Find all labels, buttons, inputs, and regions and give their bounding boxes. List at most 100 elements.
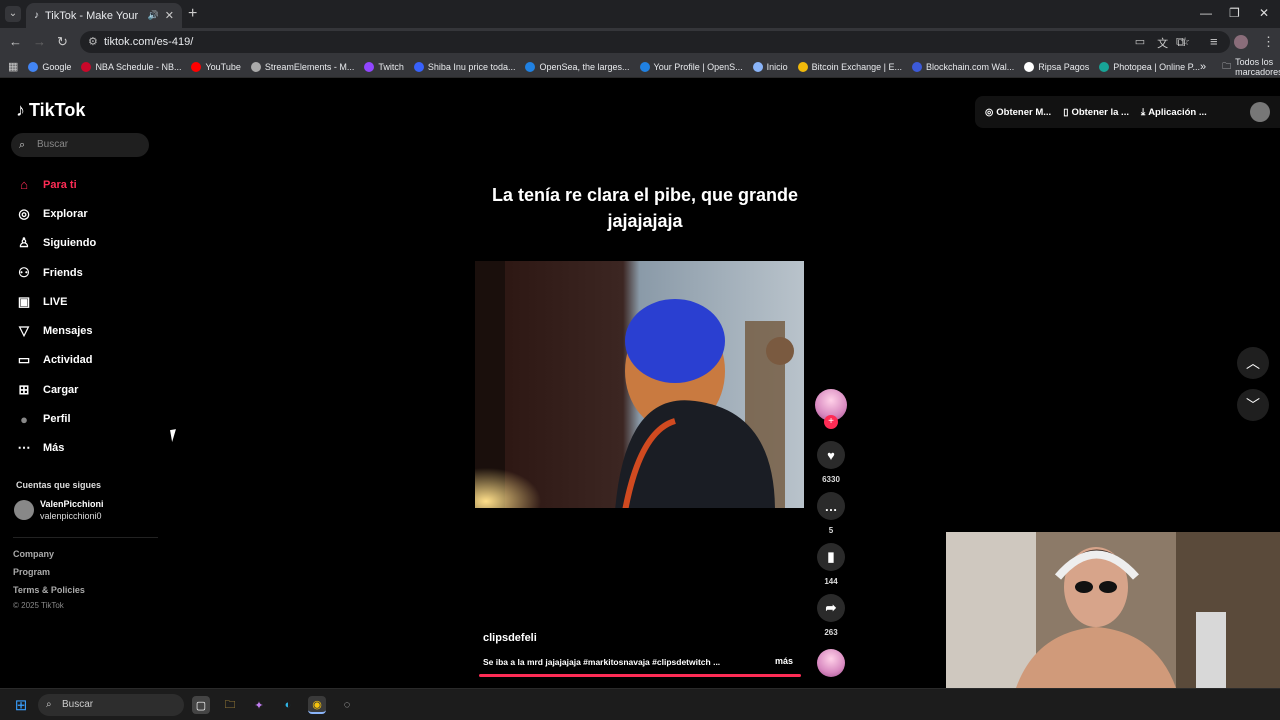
- bookmark-item[interactable]: Ripsa Pagos: [1024, 61, 1089, 72]
- footer-terms[interactable]: Terms & Policies: [13, 585, 85, 595]
- sidebar-item-más[interactable]: ⋯ Más: [16, 434, 96, 463]
- user-avatar[interactable]: [1250, 102, 1270, 122]
- following-account[interactable]: ValenPicchioni valenpicchioni0: [14, 498, 104, 522]
- heart-icon[interactable]: ♥: [817, 441, 845, 469]
- bookmark-item[interactable]: Your Profile | OpenS...: [639, 61, 743, 72]
- sidebar-item-perfil[interactable]: ● Perfil: [16, 404, 96, 433]
- sidebar-item-explorar[interactable]: ◎ Explorar: [16, 199, 96, 228]
- tiktok-logo[interactable]: ♪ TikTok: [16, 100, 85, 121]
- sidebar-item-label: LIVE: [43, 295, 68, 308]
- restore-icon[interactable]: ❐: [1229, 6, 1240, 20]
- back-icon[interactable]: ←: [9, 34, 22, 49]
- sidebar-item-mensajes[interactable]: ▽ Mensajes: [16, 316, 96, 345]
- video-player[interactable]: [475, 261, 804, 508]
- bookmark-item[interactable]: OpenSea, the larges...: [525, 61, 630, 72]
- profile-avatar[interactable]: [1234, 35, 1248, 49]
- bookmarks-more-button[interactable]: »: [1200, 61, 1206, 73]
- footer-company[interactable]: Company: [13, 549, 54, 559]
- next-video-button[interactable]: ﹀: [1237, 389, 1269, 421]
- chevron-down-icon: ﹀: [1246, 397, 1260, 413]
- divider: [13, 537, 158, 538]
- sidebar-item-cargar[interactable]: ⊞ Cargar: [16, 375, 96, 404]
- bookmark-favicon-icon: [797, 61, 808, 72]
- footer-program[interactable]: Program: [13, 567, 50, 577]
- share-icon[interactable]: ➦: [817, 594, 845, 622]
- get-coins-button[interactable]: ◎ Obtener M...: [985, 107, 1051, 118]
- file-explorer-icon[interactable]: 🗀: [221, 696, 239, 714]
- tiktok-favicon-icon: ♪: [34, 10, 39, 21]
- reload-icon[interactable]: ↻: [57, 34, 68, 50]
- more-button[interactable]: más: [775, 656, 793, 666]
- task-view-icon[interactable]: ▢: [192, 696, 210, 714]
- video-author[interactable]: clipsdefeli: [483, 632, 537, 644]
- media-icon[interactable]: ≡: [1210, 34, 1218, 49]
- browser-tab[interactable]: ♪ TikTok - Make Your Day 🔊 ✕: [26, 3, 182, 28]
- tab-list-button[interactable]: ⌄: [5, 6, 21, 22]
- search-input[interactable]: ⌕ Buscar: [11, 133, 149, 157]
- obs-icon[interactable]: ◌: [338, 696, 356, 714]
- bookmark-item[interactable]: Bitcoin Exchange | E...: [797, 61, 902, 72]
- bookmark-item[interactable]: Shiba Inu price toda...: [413, 61, 515, 72]
- get-app-button[interactable]: ▯ Obtener la ...: [1063, 107, 1129, 118]
- sidebar-item-actividad[interactable]: ▭ Actividad: [16, 346, 96, 375]
- forward-icon[interactable]: →: [33, 34, 46, 49]
- address-bar[interactable]: ⚙ tiktok.com/es-419/: [80, 31, 1230, 53]
- bookmark-favicon-icon: [364, 61, 375, 72]
- following-icon: ♙: [18, 235, 30, 251]
- folder-icon: 🗀: [1222, 60, 1232, 71]
- bookmark-item[interactable]: Google: [28, 61, 71, 72]
- new-tab-button[interactable]: +: [188, 5, 197, 23]
- author-avatar[interactable]: +: [815, 389, 847, 429]
- close-tab-icon[interactable]: ✕: [165, 9, 174, 22]
- sidebar-item-label: Mensajes: [43, 325, 93, 338]
- minimize-icon[interactable]: —: [1200, 6, 1212, 20]
- search-placeholder: Buscar: [37, 139, 69, 150]
- compass-icon: ◎: [18, 205, 30, 221]
- bookmark-item[interactable]: Inicio: [752, 61, 788, 72]
- all-bookmarks-button[interactable]: Todos los marcadores: [1235, 57, 1280, 77]
- sidebar-item-friends[interactable]: ⚇ Friends: [16, 258, 96, 287]
- top-actions-bar: ◎ Obtener M... ▯ Obtener la ... ⤓ Aplicació…: [975, 96, 1280, 128]
- bookmark-label: Bitcoin Exchange | E...: [811, 61, 902, 72]
- previous-video-button[interactable]: ︿: [1237, 347, 1269, 379]
- cast-icon[interactable]: ▭: [1135, 35, 1145, 51]
- profile-icon: ●: [20, 411, 28, 427]
- windows-start-icon[interactable]: ⊞: [12, 696, 30, 714]
- bookmark-icon[interactable]: ▮: [817, 543, 845, 571]
- bookmark-favicon-icon: [250, 61, 261, 72]
- bookmark-favicon-icon: [912, 61, 922, 72]
- bookmark-item[interactable]: Twitch: [364, 61, 404, 72]
- comment-icon[interactable]: …: [817, 492, 845, 520]
- sidebar-item-label: Para ti: [43, 178, 77, 191]
- close-window-icon[interactable]: ✕: [1259, 6, 1269, 20]
- desktop-app-button[interactable]: ⤓ Aplicación ...: [1141, 107, 1207, 118]
- browser-tab-strip: ⌄ ♪ TikTok - Make Your Day 🔊 ✕ + — ❐ ✕: [0, 0, 1280, 28]
- bookmark-item[interactable]: Blockchain.com Wal...: [912, 61, 1014, 72]
- messages-icon: ▽: [19, 323, 29, 339]
- bookmark-item[interactable]: Photopea | Online P...: [1099, 61, 1200, 72]
- edge-icon[interactable]: ◐: [279, 696, 297, 714]
- taskbar-search[interactable]: ⌕ Buscar: [38, 694, 184, 716]
- bookmarks-bar: ▦ Google NBA Schedule - NB... YouTube Strea…: [0, 56, 1280, 78]
- sidebar-item-live[interactable]: ▣ LIVE: [16, 287, 96, 316]
- translate-icon[interactable]: 文: [1157, 35, 1168, 51]
- copilot-icon[interactable]: ✦: [250, 696, 268, 714]
- apps-icon[interactable]: ▦: [8, 60, 18, 73]
- sidebar-item-siguiendo[interactable]: ♙ Siguiendo: [16, 229, 96, 258]
- save-count: 144: [824, 577, 838, 586]
- bookmark-item[interactable]: YouTube: [191, 61, 241, 72]
- chrome-icon[interactable]: ◉: [308, 696, 326, 714]
- speaker-icon[interactable]: 🔊: [148, 10, 159, 21]
- music-disc-icon[interactable]: [817, 649, 845, 677]
- menu-icon[interactable]: ⋮: [1262, 34, 1275, 50]
- bookmark-favicon-icon: [525, 61, 536, 72]
- bookmark-item[interactable]: NBA Schedule - NB...: [81, 61, 181, 72]
- sidebar-item-para-ti[interactable]: ⌂ Para ti: [16, 170, 96, 199]
- bookmark-label: YouTube: [205, 61, 241, 72]
- bookmark-favicon-icon: [1024, 61, 1035, 72]
- follow-plus-icon[interactable]: +: [824, 415, 838, 429]
- site-info-icon[interactable]: ⚙: [88, 31, 98, 53]
- bookmark-item[interactable]: StreamElements - M...: [250, 61, 354, 72]
- video-progress-bar[interactable]: [479, 674, 801, 677]
- extensions-icon[interactable]: ⧉: [1176, 34, 1185, 50]
